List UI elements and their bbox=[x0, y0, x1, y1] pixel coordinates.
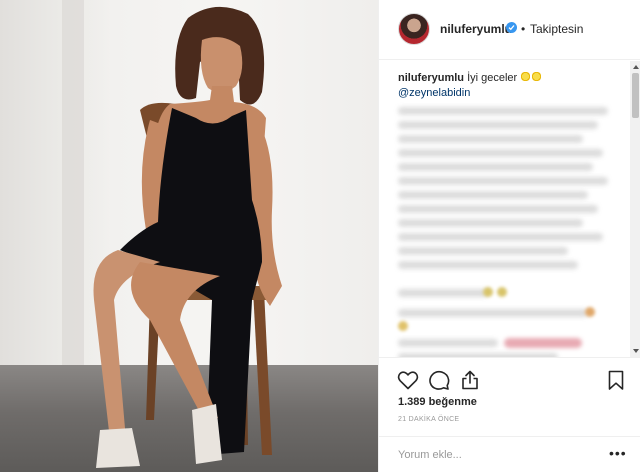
sun-face-emoji-icon bbox=[520, 71, 532, 82]
blurred-comment-line bbox=[398, 149, 603, 157]
blurred-comment-line bbox=[398, 191, 588, 199]
post-photo[interactable] bbox=[0, 0, 378, 472]
blurred-emoji bbox=[398, 321, 408, 331]
heart-icon[interactable] bbox=[396, 368, 420, 392]
blurred-comment-line bbox=[398, 205, 598, 213]
share-icon[interactable] bbox=[458, 368, 482, 392]
blurred-comment-line bbox=[398, 107, 608, 115]
scroll-up-arrow-icon[interactable] bbox=[633, 65, 639, 69]
add-comment-bar: ••• bbox=[379, 436, 640, 472]
face bbox=[200, 37, 243, 93]
bookmark-icon[interactable] bbox=[604, 368, 628, 392]
blurred-emoji bbox=[585, 307, 595, 317]
blurred-comment-line bbox=[398, 163, 593, 171]
avatar[interactable] bbox=[398, 13, 430, 45]
following-button[interactable]: Takiptesin bbox=[530, 22, 583, 36]
comments-list[interactable]: niluferyumlu İyi geceler @zeynelabidin bbox=[379, 61, 640, 357]
blurred-comment-line bbox=[398, 309, 588, 317]
blurred-comment-line bbox=[398, 135, 583, 143]
caption-text: İyi geceler bbox=[467, 72, 518, 84]
blurred-comment-line bbox=[398, 121, 598, 129]
post-timestamp[interactable]: 21 DAKİKA ÖNCE bbox=[398, 416, 459, 423]
blurred-emoji bbox=[497, 287, 507, 297]
blurred-comment-line bbox=[398, 261, 578, 269]
left-shoe bbox=[96, 428, 140, 468]
chair-leg-front bbox=[253, 290, 272, 455]
blurred-comment-line bbox=[398, 339, 498, 347]
caption-username[interactable]: niluferyumlu bbox=[398, 72, 464, 84]
blurred-comment-line bbox=[398, 233, 603, 241]
blurred-comment-line bbox=[398, 177, 608, 185]
blurred-emoji bbox=[483, 287, 493, 297]
photo-figure bbox=[93, 6, 282, 468]
blurred-comment-line bbox=[398, 219, 583, 227]
comment-bubble-icon[interactable] bbox=[427, 368, 451, 392]
sun-face-emoji-icon bbox=[531, 71, 543, 82]
post-sidebar: niluferyumlu • Takiptesin niluferyumlu İ… bbox=[378, 0, 640, 472]
follow-separator: • bbox=[521, 22, 526, 36]
post-actions: 1.389 beğenme 21 DAKİKA ÖNCE ••• bbox=[379, 357, 640, 472]
caption-mention-link[interactable]: @zeynelabidin bbox=[398, 86, 623, 101]
more-options-button[interactable]: ••• bbox=[609, 446, 626, 460]
comments-scrollbar[interactable] bbox=[630, 61, 640, 357]
blurred-comment-line bbox=[398, 247, 568, 255]
header-username[interactable]: niluferyumlu bbox=[440, 22, 512, 36]
verified-badge-icon bbox=[506, 22, 517, 33]
comment-input[interactable] bbox=[398, 446, 588, 464]
blurred-comment-line bbox=[398, 289, 488, 297]
scroll-down-arrow-icon[interactable] bbox=[633, 349, 639, 353]
scroll-thumb[interactable] bbox=[632, 73, 639, 118]
post-header: niluferyumlu • Takiptesin bbox=[379, 0, 640, 60]
likes-count[interactable]: 1.389 beğenme bbox=[398, 396, 477, 408]
blurred-hearts bbox=[504, 338, 582, 348]
caption: niluferyumlu İyi geceler @zeynelabidin bbox=[398, 71, 623, 101]
